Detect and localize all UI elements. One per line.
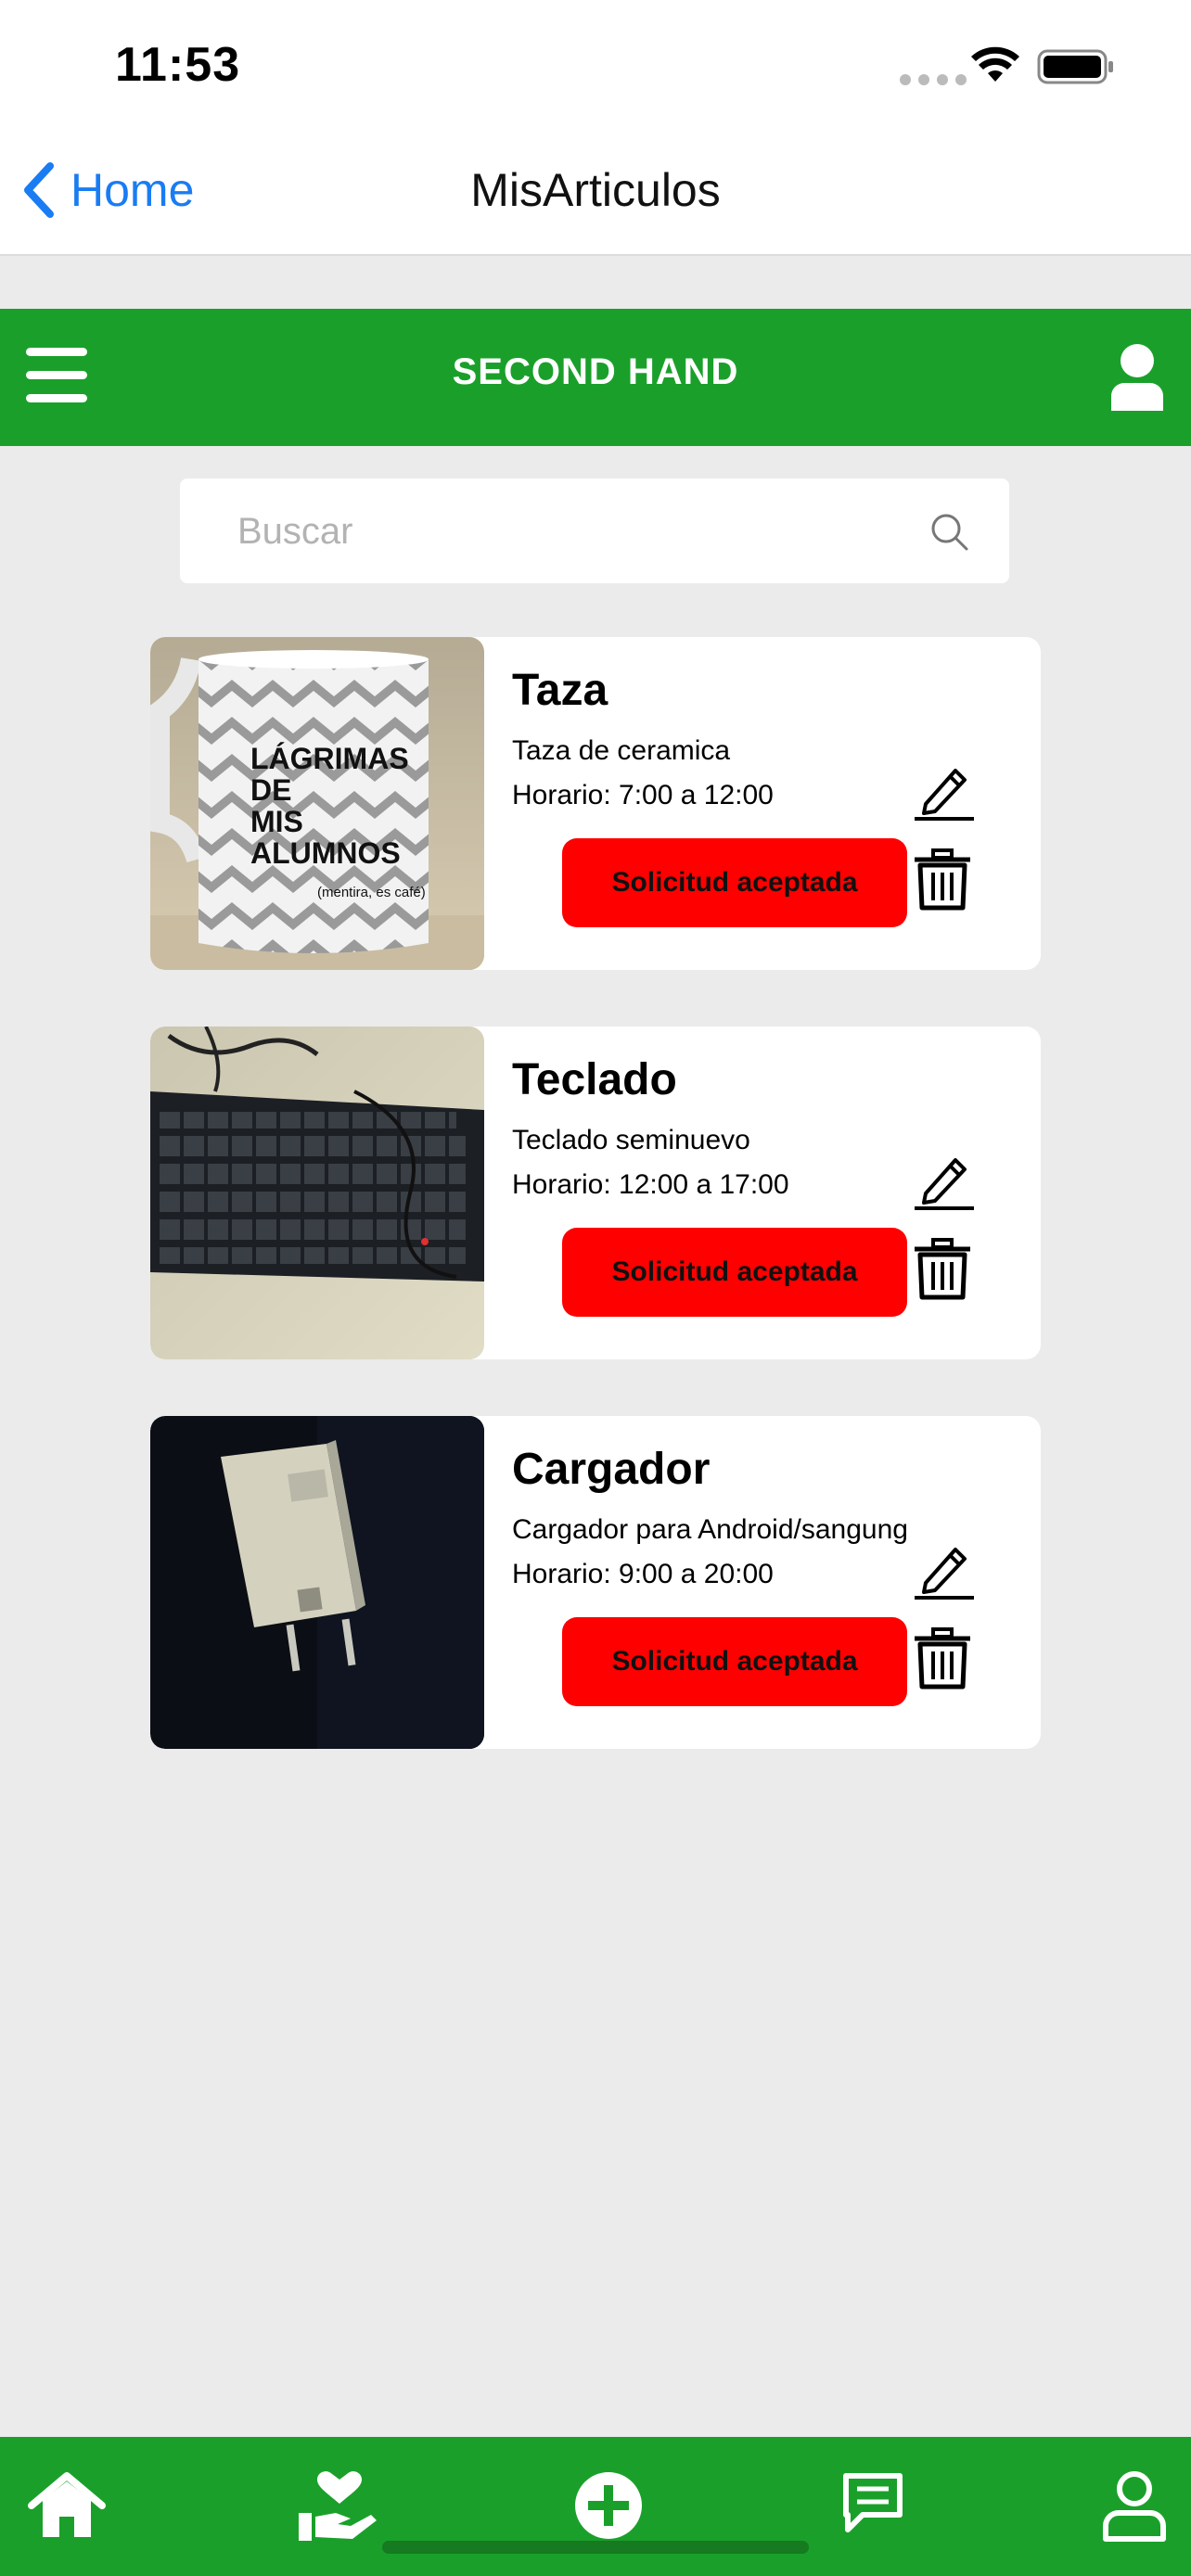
page-title: MisArticulos bbox=[470, 164, 721, 216]
profile-icon[interactable] bbox=[1102, 2470, 1167, 2543]
status-time: 11:53 bbox=[115, 38, 241, 92]
status-button[interactable]: Solicitud aceptada bbox=[562, 1228, 907, 1317]
edit-pencil-icon[interactable] bbox=[913, 1147, 976, 1210]
item-card[interactable]: Teclado Teclado seminuevo Horario: 12:00… bbox=[150, 1027, 1041, 1359]
item-description: Taza de ceramica bbox=[512, 735, 731, 766]
navigation-bar: Home MisArticulos bbox=[0, 130, 1191, 256]
mug-print-line-3: MIS bbox=[250, 805, 303, 838]
item-card[interactable]: Cargador Cargador para Android/sangung H… bbox=[150, 1416, 1041, 1749]
search-box bbox=[180, 478, 1009, 583]
search-icon[interactable] bbox=[929, 512, 970, 553]
donate-icon[interactable] bbox=[299, 2470, 378, 2543]
home-icon[interactable] bbox=[28, 2470, 106, 2541]
item-photo-keyboard bbox=[150, 1027, 484, 1359]
wifi-icon bbox=[971, 46, 1019, 82]
edit-pencil-icon[interactable] bbox=[913, 758, 976, 821]
trash-icon[interactable] bbox=[913, 1238, 972, 1301]
battery-icon bbox=[1037, 49, 1113, 84]
item-description: Teclado seminuevo bbox=[512, 1125, 750, 1155]
item-hours: Horario: 9:00 a 20:00 bbox=[512, 1559, 774, 1589]
app-header: SECOND HAND bbox=[0, 309, 1191, 446]
user-icon[interactable] bbox=[1109, 342, 1165, 413]
item-description: Cargador para Android/sangung bbox=[512, 1514, 908, 1545]
item-title: Teclado bbox=[512, 1055, 677, 1104]
item-hours: Horario: 12:00 a 17:00 bbox=[512, 1169, 789, 1200]
item-photo-charger bbox=[150, 1416, 484, 1749]
status-button[interactable]: Solicitud aceptada bbox=[562, 838, 907, 927]
status-button[interactable]: Solicitud aceptada bbox=[562, 1617, 907, 1706]
brand-title: SECOND HAND bbox=[452, 351, 739, 392]
item-title: Cargador bbox=[512, 1445, 711, 1494]
bottom-tab-bar bbox=[0, 2437, 1191, 2576]
status-bar: 11:53 bbox=[0, 0, 1191, 130]
item-hours: Horario: 7:00 a 12:00 bbox=[512, 780, 774, 810]
mug-print-line-1: LÁGRIMAS bbox=[250, 742, 409, 775]
home-indicator bbox=[382, 2541, 809, 2554]
trash-icon[interactable] bbox=[913, 1627, 972, 1690]
edit-pencil-icon[interactable] bbox=[913, 1537, 976, 1600]
mug-print-line-5: (mentira, es café) bbox=[317, 885, 426, 900]
item-title: Taza bbox=[512, 666, 608, 715]
trash-icon[interactable] bbox=[913, 848, 972, 912]
add-icon[interactable] bbox=[573, 2470, 644, 2541]
mug-print-line-2: DE bbox=[250, 773, 291, 807]
chat-icon[interactable] bbox=[840, 2470, 905, 2535]
item-card[interactable]: LÁGRIMAS DE MIS ALUMNOS (mentira, es caf… bbox=[150, 637, 1041, 970]
item-photo-mug: LÁGRIMAS DE MIS ALUMNOS (mentira, es caf… bbox=[150, 637, 484, 970]
cellular-signal-icon bbox=[900, 74, 967, 85]
mug-print-line-4: ALUMNOS bbox=[250, 836, 401, 870]
search-input[interactable] bbox=[236, 503, 889, 560]
